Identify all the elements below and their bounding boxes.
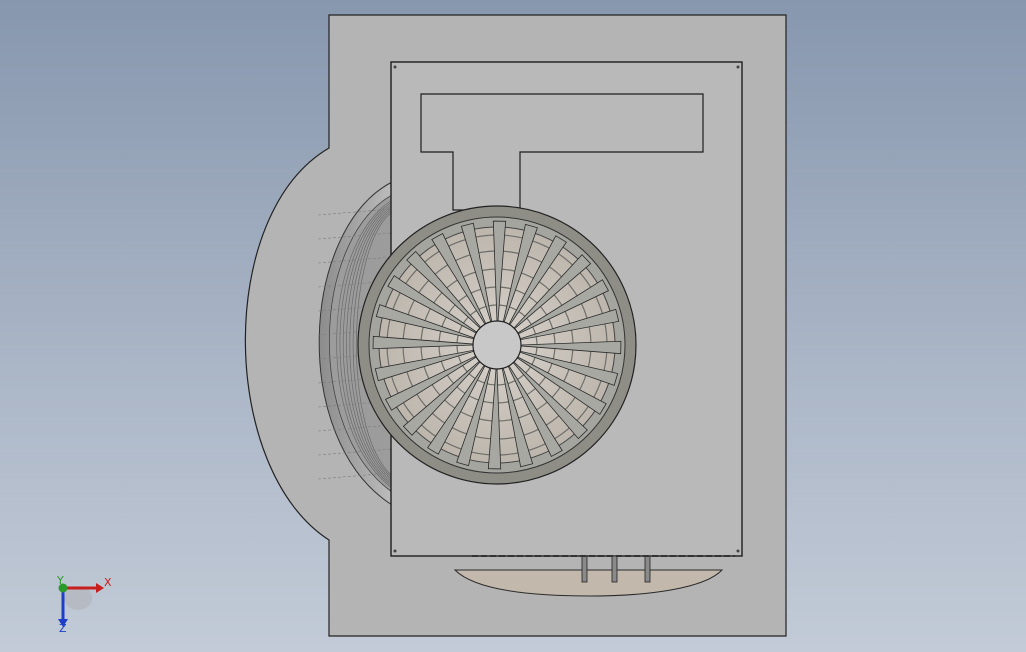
fan-assembly: [357, 205, 637, 485]
cad-model-view[interactable]: X Y Z: [0, 0, 1026, 652]
fan-hub: [472, 320, 522, 370]
panel-screw: [393, 65, 397, 69]
panel-screw: [736, 65, 740, 69]
z-axis-label: Z: [59, 622, 67, 635]
x-axis-label: X: [104, 576, 112, 589]
cad-viewport[interactable]: X Y Z: [0, 0, 1026, 652]
bracket-post: [611, 555, 618, 583]
x-axis-arrow: [96, 583, 104, 593]
axis-triad: X Y Z: [56, 574, 112, 635]
panel-screw: [736, 549, 740, 553]
bracket-post: [581, 555, 588, 583]
panel-screw: [393, 549, 397, 553]
y-axis-label: Y: [56, 574, 64, 587]
bracket-post: [644, 555, 651, 583]
